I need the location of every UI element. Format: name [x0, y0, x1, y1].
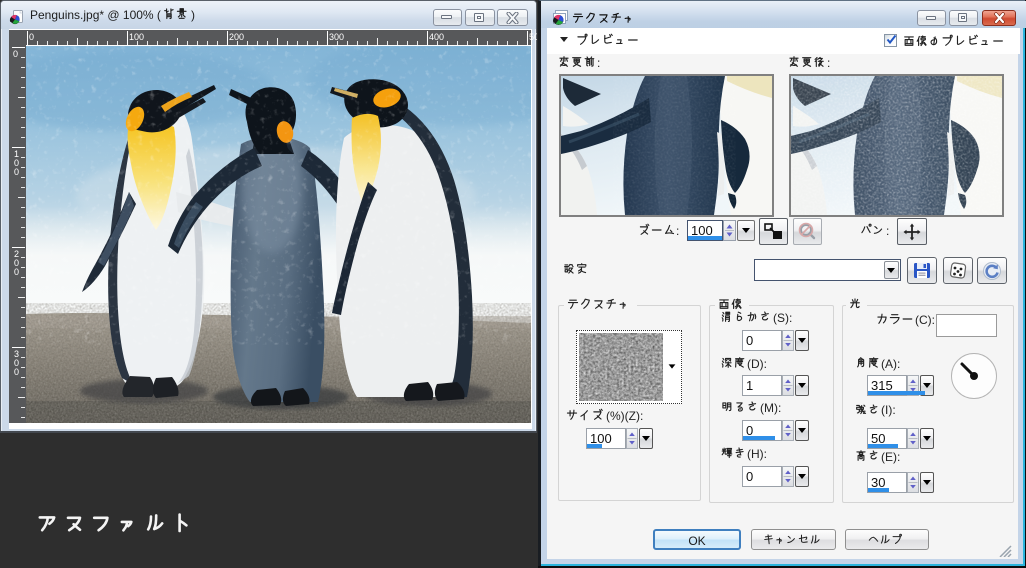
svg-text:0: 0 — [14, 267, 19, 277]
svg-text:100: 100 — [129, 32, 144, 42]
svg-text:0: 0 — [29, 32, 34, 42]
svg-text:0: 0 — [14, 367, 19, 377]
svg-text:500: 500 — [529, 32, 537, 42]
svg-text:0: 0 — [13, 49, 18, 59]
svg-text:200: 200 — [229, 32, 244, 42]
svg-text:400: 400 — [429, 32, 444, 42]
svg-text:300: 300 — [329, 32, 344, 42]
svg-text:0: 0 — [14, 167, 19, 177]
